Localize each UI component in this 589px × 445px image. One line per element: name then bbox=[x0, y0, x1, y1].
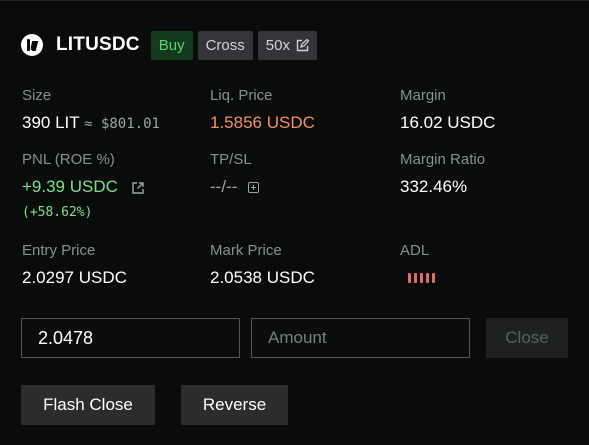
adl-bar bbox=[420, 273, 423, 283]
position-card: LITUSDC Buy Cross 50x Size 390 LIT ≈ $80… bbox=[0, 0, 589, 445]
mark-price-label: Mark Price bbox=[210, 242, 282, 259]
reverse-button[interactable]: Reverse bbox=[181, 385, 288, 425]
mark-price-value: 2.0538 USDC bbox=[210, 268, 315, 287]
roe-value: (+58.62%) bbox=[22, 205, 93, 220]
margin-stat: Margin 16.02 USDC bbox=[400, 87, 495, 133]
margin-ratio-value: 332.46% bbox=[400, 177, 468, 196]
leverage-button[interactable]: 50x bbox=[257, 30, 317, 60]
close-price-input[interactable]: 2.0478 bbox=[21, 318, 240, 358]
liq-price-stat: Liq. Price 1.5856 USDC bbox=[210, 87, 315, 133]
liq-price-value: 1.5856 USDC bbox=[210, 113, 315, 132]
size-label: Size bbox=[22, 87, 52, 104]
entry-price-label: Entry Price bbox=[22, 242, 96, 259]
adl-indicator bbox=[408, 273, 435, 283]
pnl-value: +9.39 USDC bbox=[22, 177, 118, 196]
tpsl-value: --/-- bbox=[210, 177, 238, 196]
pnl-stat: PNL (ROE %) +9.39 USDC (+58.62%) bbox=[22, 151, 145, 220]
tpsl-stat: TP/SL --/-- bbox=[210, 151, 260, 197]
mark-price-stat: Mark Price 2.0538 USDC bbox=[210, 242, 315, 288]
margin-label: Margin bbox=[400, 87, 446, 104]
margin-ratio-label: Margin Ratio bbox=[400, 151, 486, 168]
position-header: LITUSDC Buy Cross 50x bbox=[21, 30, 322, 60]
margin-mode-button[interactable]: Cross bbox=[197, 30, 253, 60]
edit-icon bbox=[296, 38, 309, 51]
margin-value: 16.02 USDC bbox=[400, 113, 496, 132]
adl-bar bbox=[432, 273, 435, 283]
pnl-label: PNL (ROE %) bbox=[22, 151, 115, 168]
adl-bar bbox=[408, 273, 411, 283]
size-stat: Size 390 LIT ≈ $801.01 bbox=[22, 87, 160, 133]
market-symbol[interactable]: LITUSDC bbox=[56, 34, 140, 56]
close-amount-input[interactable]: Amount bbox=[251, 318, 470, 358]
adl-stat: ADL bbox=[400, 242, 435, 283]
liq-price-label: Liq. Price bbox=[210, 87, 273, 104]
adl-bar bbox=[426, 273, 429, 283]
close-button[interactable]: Close bbox=[486, 318, 568, 358]
entry-price-stat: Entry Price 2.0297 USDC bbox=[22, 242, 127, 288]
adl-label: ADL bbox=[400, 242, 430, 259]
add-tpsl-icon[interactable] bbox=[248, 182, 260, 194]
leverage-value: 50x bbox=[265, 36, 290, 54]
entry-price-value: 2.0297 USDC bbox=[22, 268, 127, 287]
side-badge: Buy bbox=[150, 30, 193, 60]
flash-close-button[interactable]: Flash Close bbox=[21, 385, 155, 425]
lighter-logo-icon bbox=[21, 34, 43, 56]
adl-bar bbox=[414, 273, 417, 283]
size-value: 390 LIT bbox=[22, 113, 80, 132]
size-usd-approx: ≈ $801.01 bbox=[84, 116, 160, 132]
tpsl-label: TP/SL bbox=[210, 151, 252, 168]
share-icon[interactable] bbox=[131, 181, 145, 195]
margin-ratio-stat: Margin Ratio 332.46% bbox=[400, 151, 485, 197]
